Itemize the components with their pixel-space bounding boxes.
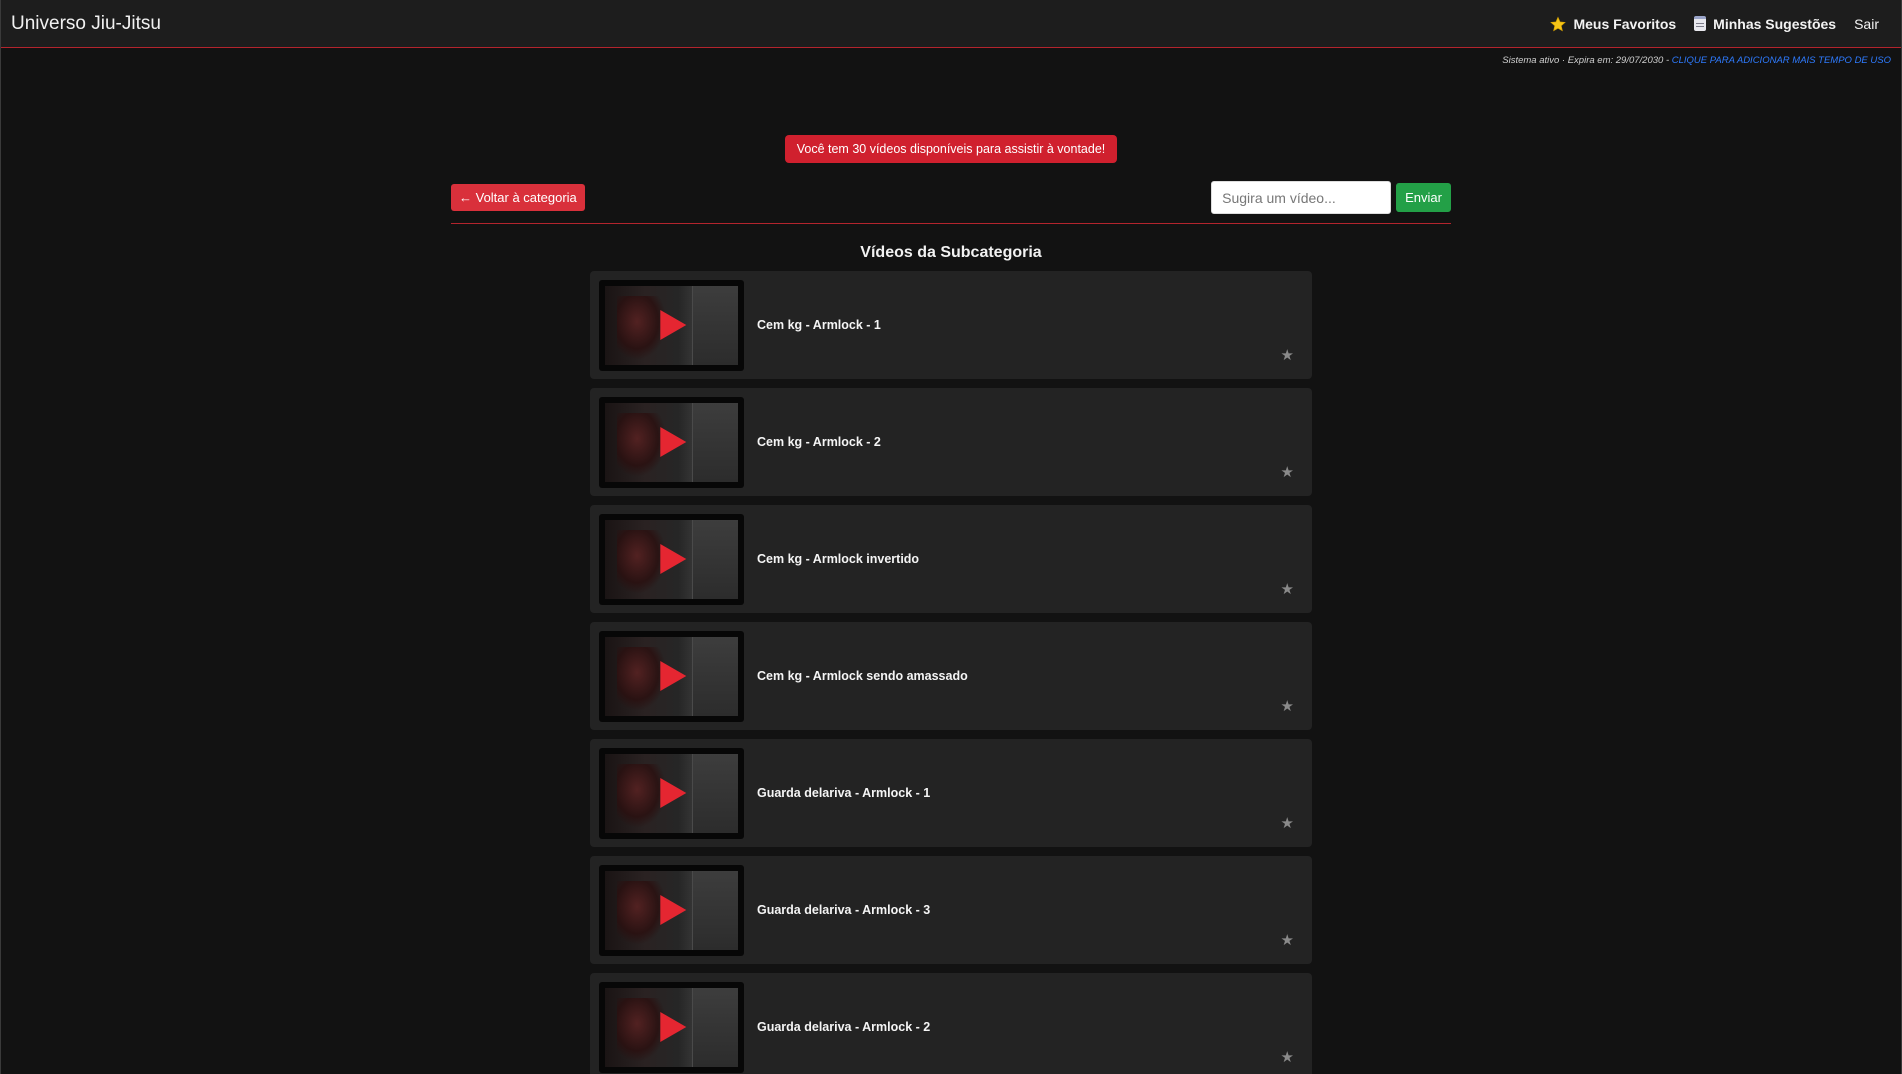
video-card[interactable]: Guarda delariva - Armlock - 2 ★: [590, 973, 1312, 1074]
video-title[interactable]: Guarda delariva - Armlock - 1: [757, 786, 930, 800]
video-title[interactable]: Guarda delariva - Armlock - 2: [757, 1020, 930, 1034]
subscription-status: Sistema ativo · Expira em: 29/07/2030 - …: [1, 48, 1901, 66]
send-suggestion-button[interactable]: Enviar: [1396, 183, 1451, 212]
favorite-star-icon[interactable]: ★: [1281, 697, 1294, 715]
play-icon: [659, 427, 686, 457]
video-title[interactable]: Cem kg - Armlock sendo amassado: [757, 669, 968, 683]
nav-suggestions-label: Minhas Sugestões: [1713, 15, 1837, 32]
favorite-star-icon[interactable]: ★: [1281, 580, 1294, 598]
navbar: Universo Jiu-Jitsu Meus Favoritos Minhas…: [1, 0, 1901, 48]
video-card[interactable]: Cem kg - Armlock - 1 ★: [590, 271, 1312, 379]
play-icon: [659, 661, 686, 691]
nav-links: Meus Favoritos Minhas Sugestões Sair: [1550, 16, 1879, 32]
nav-favorites-label: Meus Favoritos: [1573, 15, 1677, 32]
video-thumbnail[interactable]: [599, 747, 744, 839]
page: Universo Jiu-Jitsu Meus Favoritos Minhas…: [0, 0, 1902, 1074]
favorite-star-icon[interactable]: ★: [1281, 346, 1294, 364]
video-card[interactable]: Cem kg - Armlock - 2 ★: [590, 388, 1312, 496]
play-icon: [659, 544, 686, 574]
video-card[interactable]: Guarda delariva - Armlock - 1 ★: [590, 739, 1312, 847]
video-card[interactable]: Cem kg - Armlock sendo amassado ★: [590, 622, 1312, 730]
video-card[interactable]: Cem kg - Armlock invertido ★: [590, 505, 1312, 613]
favorite-star-icon[interactable]: ★: [1281, 931, 1294, 949]
add-time-link[interactable]: Clique para adicionar mais tempo de uso: [1672, 55, 1891, 66]
videos-available-alert: Você tem 30 vídeos disponíveis para assi…: [784, 135, 1118, 163]
nav-suggestions[interactable]: Minhas Sugestões: [1694, 16, 1836, 32]
video-thumbnail[interactable]: [599, 864, 744, 956]
section-title: Vídeos da Subcategoria: [860, 244, 1042, 261]
video-title[interactable]: Cem kg - Armlock - 2: [757, 435, 881, 449]
video-thumbnail[interactable]: [599, 513, 744, 605]
status-text: Sistema ativo · Expira em: 29/07/2030 -: [1502, 55, 1672, 66]
video-title[interactable]: Guarda delariva - Armlock - 3: [757, 903, 930, 917]
star-icon: [1550, 15, 1567, 31]
brand-logo[interactable]: Universo Jiu-Jitsu: [11, 13, 161, 35]
memo-icon: [1694, 16, 1707, 31]
video-title[interactable]: Cem kg - Armlock - 1: [757, 318, 881, 332]
favorite-star-icon[interactable]: ★: [1281, 463, 1294, 481]
play-icon: [659, 778, 686, 808]
video-list: Cem kg - Armlock - 1 ★ Cem kg - Armlock …: [590, 271, 1312, 1074]
video-title[interactable]: Cem kg - Armlock invertido: [757, 552, 919, 566]
play-icon: [659, 895, 686, 925]
suggest-video-input[interactable]: [1211, 181, 1392, 214]
favorite-star-icon[interactable]: ★: [1281, 1048, 1294, 1066]
play-icon: [659, 1012, 686, 1042]
back-to-category-button[interactable]: ← Voltar à categoria: [451, 184, 585, 211]
favorite-star-icon[interactable]: ★: [1281, 814, 1294, 832]
video-card[interactable]: Guarda delariva - Armlock - 3 ★: [590, 856, 1312, 964]
toolbar: ← Voltar à categoria Enviar: [451, 181, 1451, 224]
video-thumbnail[interactable]: [599, 396, 744, 488]
video-thumbnail[interactable]: [599, 279, 744, 371]
play-icon: [659, 310, 686, 340]
alert-wrap: Você tem 30 vídeos disponíveis para assi…: [1, 135, 1901, 163]
suggest-form: Enviar: [1211, 181, 1451, 214]
nav-favorites[interactable]: Meus Favoritos: [1550, 16, 1676, 32]
video-thumbnail[interactable]: [599, 981, 744, 1073]
video-thumbnail[interactable]: [599, 630, 744, 722]
logout-link[interactable]: Sair: [1854, 16, 1879, 32]
